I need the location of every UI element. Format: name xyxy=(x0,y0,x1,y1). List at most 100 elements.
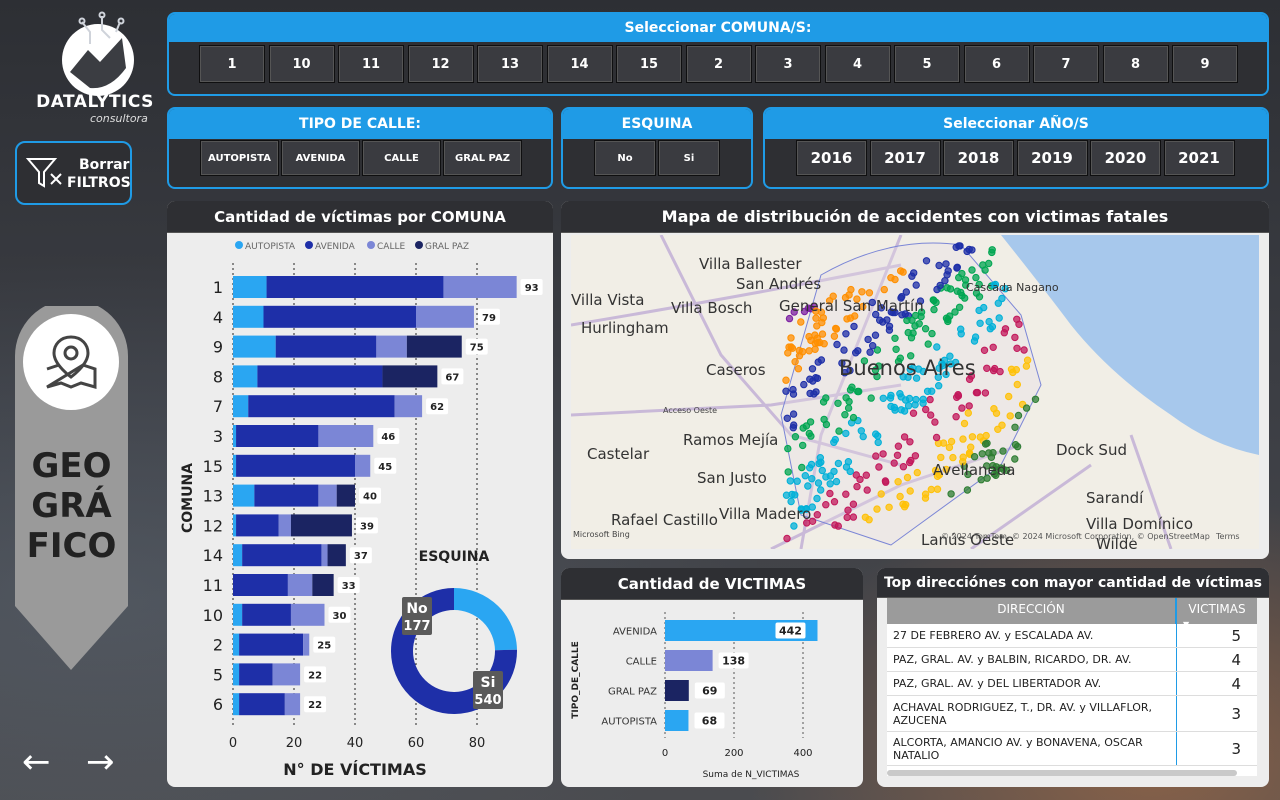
accident-point[interactable] xyxy=(826,472,835,480)
comuna-option-5[interactable]: 5 xyxy=(894,45,960,83)
accident-point[interactable] xyxy=(853,482,861,491)
accident-point[interactable] xyxy=(830,332,839,340)
accident-point[interactable] xyxy=(995,314,1003,322)
accident-point[interactable] xyxy=(866,348,874,356)
bar-segment[interactable] xyxy=(236,514,279,537)
accident-point[interactable] xyxy=(799,441,807,450)
accident-point[interactable] xyxy=(919,395,927,404)
bar-segment[interactable] xyxy=(272,663,301,686)
bar-segment[interactable] xyxy=(239,693,285,716)
accident-point[interactable] xyxy=(942,314,951,322)
bar-segment[interactable] xyxy=(233,663,240,686)
accident-point[interactable] xyxy=(862,471,870,479)
accident-point[interactable] xyxy=(805,347,813,355)
anio-option-2016[interactable]: 2016 xyxy=(796,140,867,176)
comuna-option-11[interactable]: 11 xyxy=(338,45,404,83)
accident-point[interactable] xyxy=(975,306,983,315)
accident-point[interactable] xyxy=(835,427,843,435)
accident-point[interactable] xyxy=(787,334,795,342)
table-row[interactable]: PAZ, GRAL. AV. y BALBIN, RICARDO, DR. AV… xyxy=(887,648,1257,672)
accident-point[interactable] xyxy=(904,402,913,410)
accident-point[interactable] xyxy=(791,433,800,441)
accident-point[interactable] xyxy=(787,497,795,506)
bar-segment[interactable] xyxy=(303,633,310,656)
accident-point[interactable] xyxy=(906,487,914,495)
accident-point[interactable] xyxy=(958,404,966,412)
accident-point[interactable] xyxy=(968,266,976,274)
accident-point[interactable] xyxy=(842,490,850,498)
bar-segment[interactable] xyxy=(233,484,255,507)
accident-point[interactable] xyxy=(842,429,850,438)
accident-point[interactable] xyxy=(960,419,969,428)
accident-point[interactable] xyxy=(971,333,980,341)
accident-point[interactable] xyxy=(900,433,909,441)
accident-point[interactable] xyxy=(834,399,842,408)
accident-point[interactable] xyxy=(816,454,825,462)
bar-segment[interactable] xyxy=(382,365,438,388)
accident-point[interactable] xyxy=(935,382,943,390)
accident-point[interactable] xyxy=(808,365,817,373)
clear-filters-button[interactable]: Borrar FILTROS xyxy=(15,141,132,205)
accident-point[interactable] xyxy=(873,505,881,513)
bar-segment[interactable] xyxy=(233,395,249,418)
comuna-option-13[interactable]: 13 xyxy=(477,45,543,83)
accident-point[interactable] xyxy=(942,260,950,268)
accident-point[interactable] xyxy=(923,387,932,396)
bar-segment[interactable] xyxy=(318,484,337,507)
accident-point[interactable] xyxy=(964,409,972,417)
bar-segment[interactable] xyxy=(275,335,377,358)
accident-point[interactable] xyxy=(843,513,851,522)
donut-slice[interactable] xyxy=(453,588,517,651)
accident-point[interactable] xyxy=(970,453,979,461)
accident-point[interactable] xyxy=(806,375,814,383)
accident-point[interactable] xyxy=(799,424,807,432)
accident-point[interactable] xyxy=(846,467,854,476)
accident-point[interactable] xyxy=(840,346,848,354)
accident-point[interactable] xyxy=(935,261,943,270)
accident-point[interactable] xyxy=(871,331,880,339)
accident-point[interactable] xyxy=(976,319,984,328)
bar-segment[interactable] xyxy=(312,574,334,596)
accident-point[interactable] xyxy=(879,318,887,326)
bar-segment[interactable] xyxy=(233,425,237,447)
accident-point[interactable] xyxy=(885,322,894,331)
accident-point[interactable] xyxy=(1006,412,1014,420)
accident-point[interactable] xyxy=(826,489,834,498)
table-row[interactable]: ALCORTA, AMANCIO AV. y BONAVENA, OSCAR N… xyxy=(887,732,1257,766)
accident-point[interactable] xyxy=(800,380,808,389)
accident-point[interactable] xyxy=(869,342,877,350)
bar-segment[interactable] xyxy=(336,484,355,507)
accident-point[interactable] xyxy=(833,340,841,349)
bar-segment[interactable] xyxy=(233,633,240,656)
accident-point[interactable] xyxy=(949,453,957,462)
accident-point[interactable] xyxy=(996,367,1004,376)
accident-point[interactable] xyxy=(932,433,941,442)
bar-segment[interactable] xyxy=(233,544,243,567)
accident-point[interactable] xyxy=(943,284,951,292)
accident-point[interactable] xyxy=(786,477,795,485)
accident-point[interactable] xyxy=(783,414,792,423)
accident-point[interactable] xyxy=(874,432,882,440)
calle-option-calle[interactable]: CALLE xyxy=(362,140,441,176)
accident-point[interactable] xyxy=(887,391,895,400)
accident-point[interactable] xyxy=(1013,315,1021,324)
accident-point[interactable] xyxy=(826,480,834,488)
comuna-option-15[interactable]: 15 xyxy=(616,45,682,83)
accident-point[interactable] xyxy=(832,324,840,333)
accident-point[interactable] xyxy=(818,466,827,475)
accident-point[interactable] xyxy=(854,387,862,396)
accident-point[interactable] xyxy=(981,266,989,274)
accident-point[interactable] xyxy=(819,398,828,406)
accident-point[interactable] xyxy=(972,273,980,282)
comuna-option-1[interactable]: 1 xyxy=(199,45,265,83)
accident-point[interactable] xyxy=(849,413,858,422)
comuna-option-12[interactable]: 12 xyxy=(407,45,474,83)
accident-point[interactable] xyxy=(955,273,963,282)
accident-point[interactable] xyxy=(921,325,930,333)
accident-point[interactable] xyxy=(976,433,984,441)
accident-point[interactable] xyxy=(928,329,936,338)
accident-point[interactable] xyxy=(847,285,855,294)
accident-point[interactable] xyxy=(1011,441,1020,449)
accident-point[interactable] xyxy=(784,468,792,476)
accident-point[interactable] xyxy=(817,356,826,364)
